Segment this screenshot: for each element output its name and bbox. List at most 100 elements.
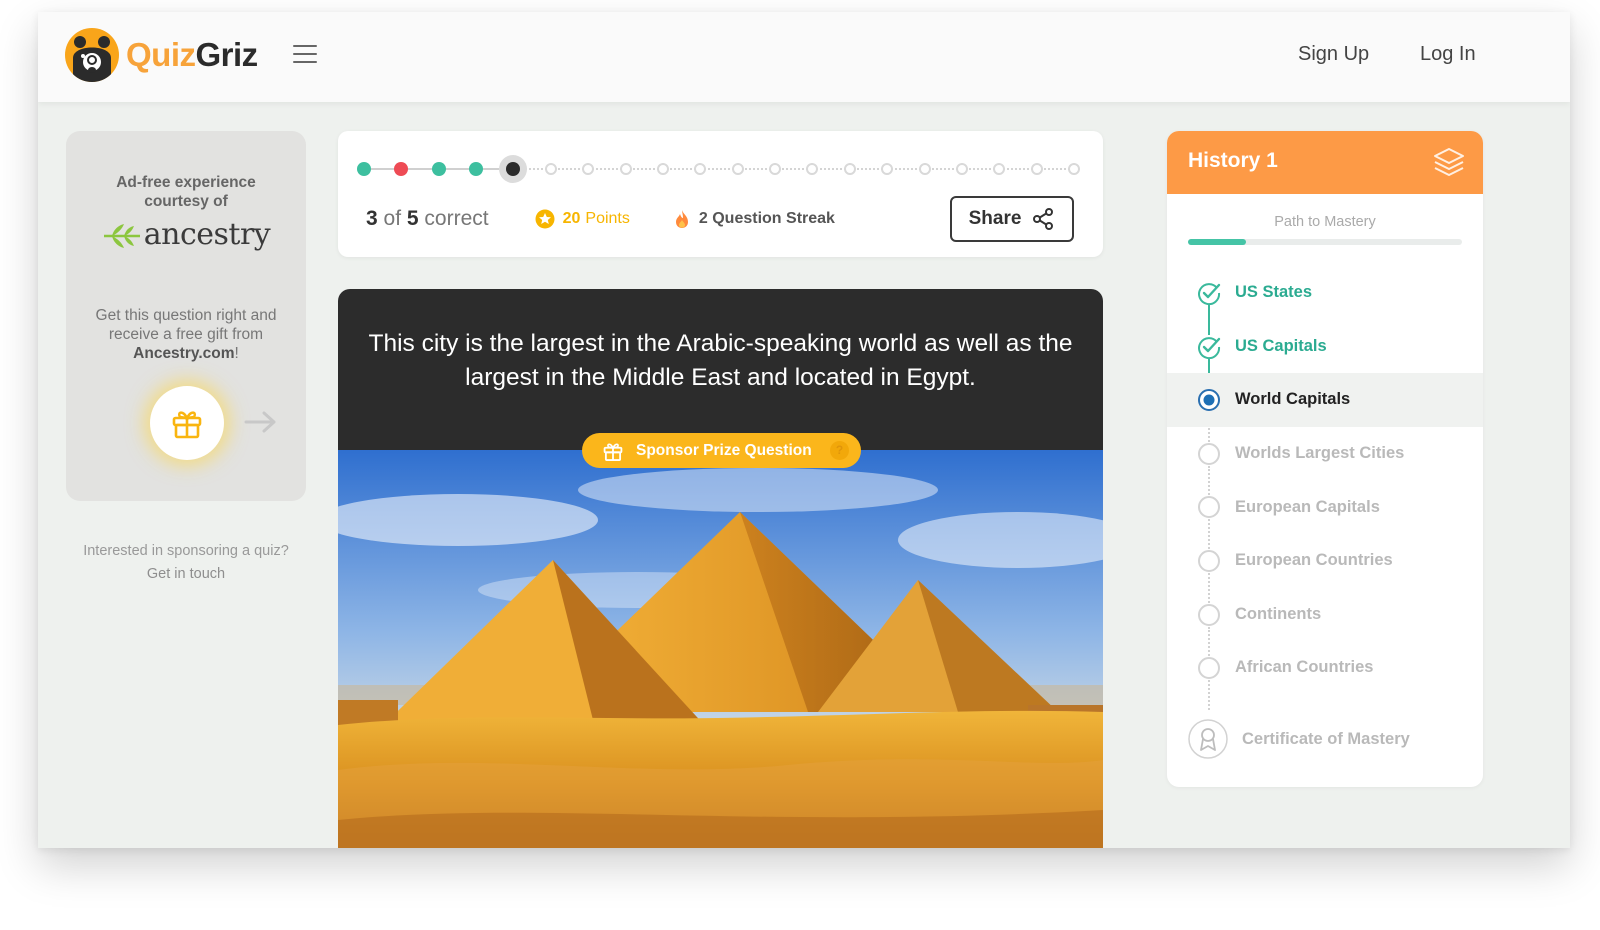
progress-dot-upcoming <box>544 163 557 175</box>
progress-dot-upcoming <box>806 163 819 175</box>
top-navbar: QuizGriz Sign Up Log In <box>38 12 1570 102</box>
pyramids-photo <box>338 450 1103 848</box>
path-item-label: US States <box>1235 283 1313 302</box>
brand-logo[interactable]: QuizGriz <box>65 28 258 82</box>
certificate-of-mastery[interactable]: Certificate of Mastery <box>1188 719 1410 759</box>
path-item-label: Continents <box>1235 604 1322 623</box>
score-suffix: correct <box>424 207 489 230</box>
sponsor-prize-badge[interactable]: Sponsor Prize Question ? <box>582 433 861 468</box>
empty-step-icon <box>1198 496 1220 519</box>
quiz-category-title: History 1 <box>1188 149 1278 172</box>
check-circle-icon <box>1198 336 1221 359</box>
mastery-panel: History 1 Path to Mastery US States US Ca… <box>1167 131 1483 787</box>
progress-dot-correct <box>469 162 484 176</box>
progress-dot-current <box>506 162 521 176</box>
app-window: QuizGriz Sign Up Log In Ad-free experien… <box>38 12 1570 848</box>
get-in-touch-link[interactable]: Get in touch <box>66 563 306 586</box>
progress-dot-upcoming <box>1030 163 1043 175</box>
ancestry-logo: ancestry <box>66 217 306 252</box>
gift-offer-text: Get this question right and receive a fr… <box>66 306 306 363</box>
path-item[interactable]: US Capitals <box>1167 320 1483 374</box>
arrow-right-icon[interactable] <box>244 410 278 434</box>
leaf-icon <box>103 223 140 248</box>
sponsor-cta: Interested in sponsoring a quiz? Get in … <box>66 540 306 586</box>
streak-value: 2 <box>698 210 708 227</box>
progress-dot-upcoming <box>582 163 595 175</box>
path-item[interactable]: European Countries <box>1167 534 1483 588</box>
progress-dot-correct <box>357 162 371 176</box>
progress-dot-upcoming <box>881 163 894 175</box>
quiz-stats: 3 of 5 correct 20 Points 2 Question Stre… <box>366 207 835 231</box>
hamburger-icon[interactable] <box>293 45 317 65</box>
progress-dot-upcoming <box>918 163 931 175</box>
progress-dot-upcoming <box>694 163 707 175</box>
progress-dot-upcoming <box>1068 163 1080 175</box>
path-item-label: Worlds Largest Cities <box>1235 444 1405 463</box>
brand-name-part2: Griz <box>195 36 259 73</box>
progress-dot-correct <box>431 162 446 176</box>
progress-dot-upcoming <box>619 163 632 175</box>
path-item-label: African Countries <box>1235 658 1374 677</box>
bear-monocle-icon <box>65 28 119 82</box>
score-correct: 3 <box>366 207 378 230</box>
points-label: Points <box>585 210 630 227</box>
current-step-icon <box>1198 389 1220 412</box>
mastery-header: History 1 <box>1167 131 1483 194</box>
gift-icon <box>172 411 202 439</box>
log-in-link[interactable]: Log In <box>1420 43 1476 66</box>
brand-name: QuizGriz <box>126 36 258 74</box>
empty-step-icon <box>1198 657 1220 680</box>
share-button[interactable]: Share <box>950 196 1074 242</box>
path-item[interactable]: Worlds Largest Cities <box>1167 427 1483 481</box>
streak-label: Question Streak <box>712 210 835 227</box>
flame-icon <box>675 210 688 228</box>
quiz-progress-card: 3 of 5 correct 20 Points 2 Question Stre… <box>338 131 1103 257</box>
layers-icon[interactable] <box>1433 147 1465 177</box>
gift-icon <box>603 442 623 461</box>
gift-offer-suffix: ! <box>234 345 239 362</box>
progress-dot-upcoming <box>731 163 744 175</box>
path-item[interactable]: African Countries <box>1167 641 1483 695</box>
share-icon <box>1033 208 1054 230</box>
sponsor-panel: Ad-free experience courtesy of ancestry … <box>66 131 306 501</box>
progress-dot-upcoming <box>843 163 856 175</box>
empty-step-icon <box>1198 442 1220 465</box>
empty-step-icon <box>1198 603 1220 626</box>
brand-name-part1: Quiz <box>126 36 196 73</box>
sponsor-cta-question: Interested in sponsoring a quiz? <box>83 543 289 559</box>
path-item-label: World Capitals <box>1235 390 1351 409</box>
points-value: 20 <box>562 210 581 227</box>
question-text: This city is the largest in the Arabic-s… <box>368 330 1073 391</box>
empty-step-icon <box>1198 550 1220 572</box>
question-card: This city is the largest in the Arabic-s… <box>338 289 1103 848</box>
progress-dot-upcoming <box>993 163 1006 175</box>
path-to-mastery-label: Path to Mastery <box>1274 214 1376 230</box>
ancestry-wordmark: ancestry <box>143 217 271 252</box>
path-item-label: US Capitals <box>1235 336 1327 355</box>
share-button-label: Share <box>968 208 1022 229</box>
help-icon[interactable]: ? <box>830 441 849 460</box>
gift-button[interactable] <box>150 386 224 460</box>
certificate-label: Certificate of Mastery <box>1242 729 1410 748</box>
mastery-progress-fill <box>1188 239 1246 245</box>
path-item[interactable]: European Capitals <box>1167 480 1483 534</box>
sign-up-link[interactable]: Sign Up <box>1298 43 1369 66</box>
ad-free-text: Ad-free experience courtesy of <box>116 174 256 210</box>
path-item[interactable]: Continents <box>1167 588 1483 642</box>
star-icon <box>535 209 555 229</box>
score-of: of <box>383 207 402 230</box>
score-text: 3 of 5 correct <box>366 207 489 231</box>
progress-dot-upcoming <box>769 163 782 175</box>
score-total: 5 <box>406 207 419 230</box>
progress-dot-wrong <box>394 162 409 176</box>
question-progress-dots <box>357 157 1080 181</box>
path-item[interactable]: World Capitals <box>1167 373 1483 427</box>
streak-display: 2 Question Streak <box>674 209 835 229</box>
sponsor-prize-label: Sponsor Prize Question <box>636 441 812 459</box>
check-circle-icon <box>1198 283 1221 305</box>
ancestry-link[interactable]: Ancestry.com <box>133 345 234 362</box>
path-item[interactable]: US States <box>1167 266 1483 320</box>
ribbon-icon <box>1188 719 1228 759</box>
path-item-label: European Capitals <box>1235 497 1380 516</box>
path-item-label: European Countries <box>1235 551 1393 570</box>
